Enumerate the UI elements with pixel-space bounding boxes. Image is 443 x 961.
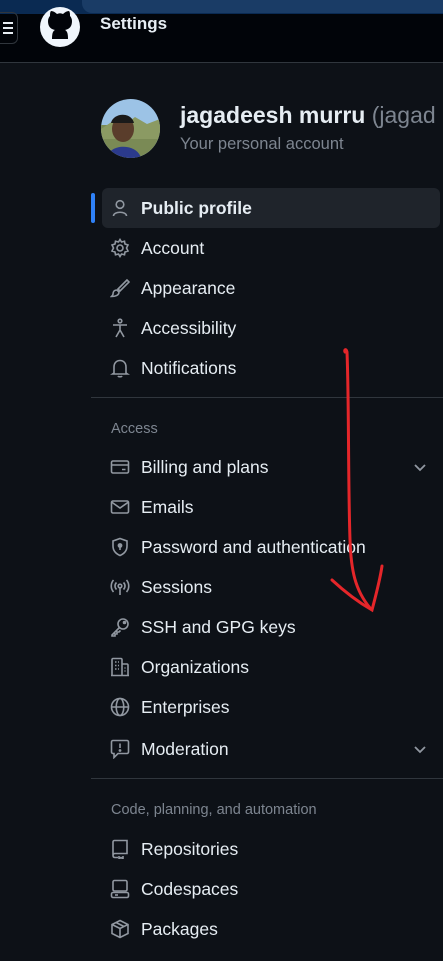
profile-login: (jagad <box>371 102 436 128</box>
sidebar-item-public-profile[interactable]: Public profile <box>102 188 440 228</box>
sidebar-item-emails[interactable]: Emails <box>102 487 440 527</box>
package-icon <box>111 919 129 939</box>
globe-icon <box>110 697 130 717</box>
section-heading-access: Access <box>111 421 158 437</box>
avatar[interactable] <box>101 99 160 158</box>
sidebar-item-repositories[interactable]: Repositories <box>102 829 440 869</box>
sidebar-item-organizations[interactable]: Organizations <box>102 647 440 687</box>
profile-name: jagadeesh murru (jagad <box>180 102 436 129</box>
divider <box>91 778 443 779</box>
profile-display-name: jagadeesh murru <box>180 102 366 128</box>
hamburger-menu-button[interactable] <box>0 12 18 44</box>
sidebar-item-label: Organizations <box>141 657 249 677</box>
gear-icon <box>110 238 130 258</box>
sidebar-item-label: Appearance <box>141 278 236 298</box>
sidebar-item-label: Password and authentication <box>141 537 366 557</box>
sidebar-item-label: Billing and plans <box>141 457 269 477</box>
avatar-photo <box>101 99 160 158</box>
active-indicator <box>91 193 95 223</box>
sidebar-item-label: Packages <box>141 919 218 939</box>
sidebar-item-moderation[interactable]: Moderation <box>102 729 440 769</box>
app-header: Settings <box>0 0 443 63</box>
divider <box>91 397 443 398</box>
sidebar-item-codespaces[interactable]: Codespaces <box>102 869 440 909</box>
person-icon <box>112 199 128 217</box>
sidebar-item-label: Public profile <box>141 198 252 218</box>
sidebar-item-enterprises[interactable]: Enterprises <box>102 687 440 727</box>
repo-icon <box>112 839 128 859</box>
section-heading-code-planning-automation: Code, planning, and automation <box>111 802 317 818</box>
sidebar-item-label: Emails <box>141 497 194 517</box>
sidebar-item-billing-and-plans[interactable]: Billing and plans <box>102 447 440 487</box>
sidebar-item-label: Accessibility <box>141 318 237 338</box>
sidebar-item-label: Codespaces <box>141 879 239 899</box>
sidebar-item-label: Repositories <box>141 839 239 859</box>
github-logo-icon[interactable] <box>39 6 81 48</box>
sidebar-item-ssh-and-gpg-keys[interactable]: SSH and GPG keys <box>102 607 440 647</box>
sidebar-item-label: SSH and GPG keys <box>141 617 296 637</box>
sidebar-item-notifications[interactable]: Notifications <box>102 348 440 388</box>
sidebar-item-label: Moderation <box>141 739 229 759</box>
sidebar-item-label: Notifications <box>141 358 237 378</box>
shield-lock-icon <box>112 537 128 557</box>
sidebar-item-label: Enterprises <box>141 697 230 717</box>
mail-icon <box>110 500 130 514</box>
codespaces-icon <box>110 879 130 899</box>
sidebar-item-label: Sessions <box>141 577 213 597</box>
sidebar-item-password-and-authentication[interactable]: Password and authentication <box>102 527 440 567</box>
menu-icon <box>3 22 13 34</box>
page-title: Settings <box>100 14 168 33</box>
sidebar-item-appearance[interactable]: Appearance <box>102 268 440 308</box>
chevron-down-icon[interactable] <box>412 459 428 475</box>
profile-subtitle: Your personal account <box>180 135 344 153</box>
sidebar-item-accessibility[interactable]: Accessibility <box>102 308 440 348</box>
credit-card-icon <box>110 460 130 474</box>
paintbrush-icon <box>110 278 130 298</box>
organization-icon <box>111 657 129 677</box>
accessibility-icon <box>113 318 127 338</box>
chevron-down-icon[interactable] <box>412 741 428 757</box>
key-icon <box>111 618 129 637</box>
report-icon <box>110 739 130 759</box>
sidebar-item-packages[interactable]: Packages <box>102 909 440 949</box>
broadcast-icon <box>110 579 130 595</box>
sidebar-item-label: Account <box>141 238 205 258</box>
sidebar-item-account[interactable]: Account <box>102 228 440 268</box>
bell-icon <box>110 359 130 378</box>
sidebar-item-sessions[interactable]: Sessions <box>102 567 440 607</box>
